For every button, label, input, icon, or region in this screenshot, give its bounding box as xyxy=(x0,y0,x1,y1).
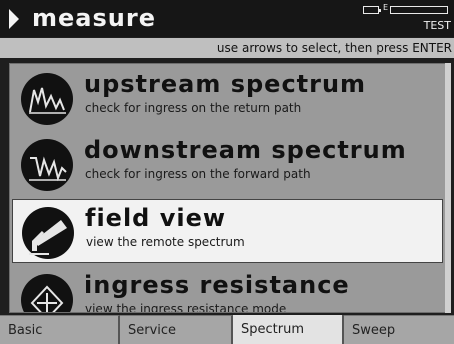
battery-level-bar xyxy=(390,6,448,14)
upstream-spectrum-icon xyxy=(21,73,73,125)
menu-item-field-view[interactable]: field view view the remote spectrum xyxy=(12,199,443,263)
tab-basic[interactable]: Basic xyxy=(0,315,120,344)
title-bar: measure E TEST xyxy=(0,0,454,37)
instruction-bar: use arrows to select, then press ENTER xyxy=(0,38,454,58)
menu-item-title: downstream spectrum xyxy=(84,136,407,164)
page-title: measure xyxy=(32,4,156,32)
menu-item-subtitle: check for ingress on the return path xyxy=(85,101,302,115)
downstream-spectrum-icon xyxy=(21,139,73,191)
menu-scrollbar[interactable] xyxy=(445,63,451,313)
menu-item-ingress-resistance[interactable]: ingress resistance view the ingress resi… xyxy=(12,267,443,313)
menu-item-subtitle: view the ingress resistance mode xyxy=(85,302,287,313)
battery-indicator: E xyxy=(363,3,451,15)
title-arrow-icon xyxy=(9,9,19,29)
field-view-icon xyxy=(22,207,74,259)
measure-menu: upstream spectrum check for ingress on t… xyxy=(9,63,446,313)
menu-item-subtitle: check for ingress on the forward path xyxy=(85,167,311,181)
menu-item-title: upstream spectrum xyxy=(84,70,367,98)
tab-spectrum[interactable]: Spectrum xyxy=(233,315,344,344)
tab-bar: Basic Service Spectrum Sweep xyxy=(0,315,454,344)
tab-service[interactable]: Service xyxy=(120,315,233,344)
device-screen: measure E TEST use arrows to select, the… xyxy=(0,0,454,344)
menu-item-title: field view xyxy=(85,204,227,232)
menu-item-downstream-spectrum[interactable]: downstream spectrum check for ingress on… xyxy=(12,132,443,196)
mode-label: TEST xyxy=(423,19,451,32)
ingress-resistance-icon xyxy=(21,274,73,312)
battery-empty-label: E xyxy=(383,3,389,12)
menu-item-title: ingress resistance xyxy=(84,271,350,299)
tab-sweep[interactable]: Sweep xyxy=(344,315,454,344)
menu-item-subtitle: view the remote spectrum xyxy=(86,235,245,249)
menu-item-upstream-spectrum[interactable]: upstream spectrum check for ingress on t… xyxy=(12,66,443,130)
battery-icon xyxy=(363,6,381,14)
